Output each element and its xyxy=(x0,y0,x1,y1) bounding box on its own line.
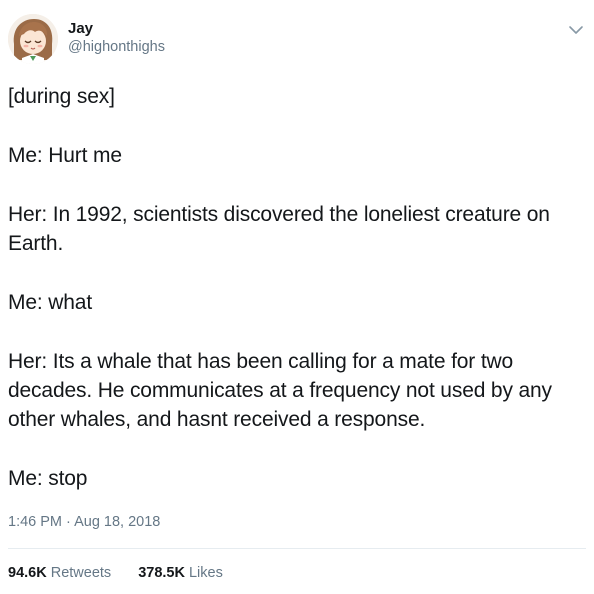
likes-stat[interactable]: 378.5K Likes xyxy=(138,564,223,582)
chevron-down-icon[interactable] xyxy=(566,20,586,40)
tweet-paragraph: Me: stop xyxy=(8,467,88,490)
tweet-stats: 94.6K Retweets 378.5K Likes xyxy=(8,564,250,582)
tweet-paragraph: Her: Its a whale that has been calling f… xyxy=(8,350,552,431)
tweet-text: [during sex] Me: Hurt me Her: In 1992, s… xyxy=(8,82,584,493)
retweets-label: Retweets xyxy=(50,565,112,581)
tweet-paragraph: [during sex] xyxy=(8,85,115,108)
divider xyxy=(8,548,586,549)
tweet-timestamp[interactable]: 1:46 PM · Aug 18, 2018 xyxy=(8,513,160,531)
likes-count: 378.5K xyxy=(138,565,185,581)
tweet-paragraph: Her: In 1992, scientists discovered the … xyxy=(8,203,550,255)
retweets-stat[interactable]: 94.6K Retweets xyxy=(8,564,111,582)
avatar-image xyxy=(8,14,58,64)
author-handle[interactable]: @highonthighs xyxy=(68,38,165,56)
author-name[interactable]: Jay xyxy=(68,20,93,38)
likes-label: Likes xyxy=(188,565,223,581)
tweet-card: Jay @highonthighs [during sex] Me: Hurt … xyxy=(0,0,594,594)
tweet-paragraph: Me: Hurt me xyxy=(8,144,122,167)
tweet-paragraph: Me: what xyxy=(8,291,92,314)
retweets-count: 94.6K xyxy=(8,565,47,581)
avatar[interactable] xyxy=(8,14,58,64)
